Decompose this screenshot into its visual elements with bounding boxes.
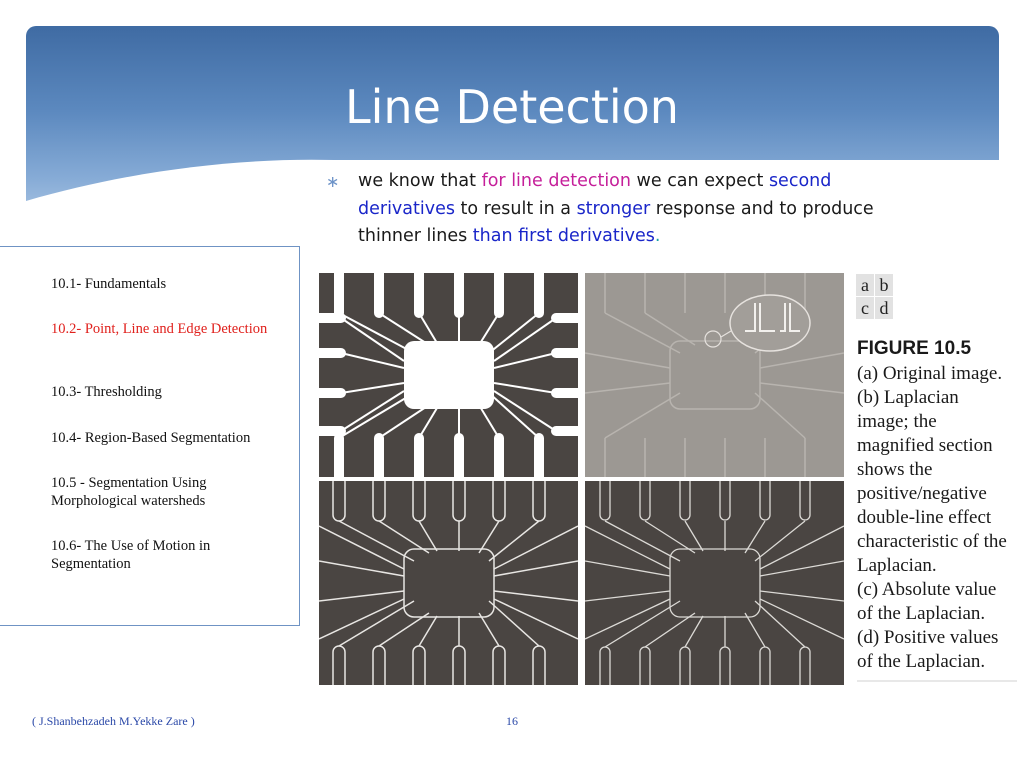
caption-line: Laplacian. — [857, 555, 937, 576]
caption-line: positive/negative — [857, 483, 987, 504]
panel-a-original — [319, 273, 578, 477]
figure-caption: (a) Original image. (b) Laplacian image;… — [857, 362, 1017, 674]
toc-panel: 10.1- Fundamentals 10.2- Point, Line and… — [0, 246, 300, 626]
label-d: d — [875, 297, 893, 319]
caption-line: of the Laplacian. — [857, 603, 986, 624]
caption-divider — [857, 680, 1017, 682]
caption-line: (c) Absolute value — [857, 579, 997, 600]
bullet-text: we know that for line detection we can e… — [358, 168, 926, 251]
caption-line: (a) Original image. — [857, 363, 1003, 384]
toc-item-watersheds[interactable]: 10.5 - Segmentation Using Morphological … — [51, 474, 291, 510]
bullet-icon: ∗ — [326, 172, 340, 191]
panel-c-absolute — [319, 481, 578, 685]
toc-item-thresholding[interactable]: 10.3- Thresholding — [51, 383, 291, 401]
figure-title: FIGURE 10.5 — [857, 338, 972, 359]
bullet-seg-6: stronger — [576, 198, 651, 219]
panel-b-laplacian — [585, 273, 844, 477]
caption-line: (b) Laplacian — [857, 387, 959, 408]
label-a: a — [856, 274, 874, 296]
slide-title: Line Detection — [345, 80, 679, 134]
toc-item-point-line-edge[interactable]: 10.2- Point, Line and Edge Detection — [51, 320, 291, 338]
page-number: 16 — [506, 714, 518, 728]
label-c: c — [856, 297, 874, 319]
caption-line: shows the — [857, 459, 933, 480]
panel-d-positive — [585, 481, 844, 685]
figure-panel-labels: ab cd — [856, 273, 896, 319]
bullet-point: ∗ we know that for line detection we can… — [326, 168, 926, 251]
bullet-seg-2: for line detection — [481, 171, 631, 191]
toc-item-fundamentals[interactable]: 10.1- Fundamentals — [51, 275, 291, 293]
figure-image-grid — [319, 273, 844, 685]
bullet-seg-9: . — [654, 226, 661, 246]
bullet-seg-3: we can expect — [630, 171, 769, 191]
caption-line: (d) Positive values — [857, 627, 999, 648]
label-b: b — [875, 274, 893, 296]
circuit-image-c — [319, 481, 578, 685]
bullet-seg-5: to result in a — [454, 198, 577, 219]
footer-authors: ( J.Shanbehzadeh M.Yekke Zare ) — [32, 714, 195, 728]
toc-item-region-based[interactable]: 10.4- Region-Based Segmentation — [51, 429, 296, 447]
caption-line: of the Laplacian. — [857, 651, 986, 672]
bullet-seg-8: than first derivatives — [472, 226, 655, 246]
toc-item-motion[interactable]: 10.6- The Use of Motion in Segmentation — [51, 537, 291, 573]
bullet-seg-1: we know that — [358, 171, 482, 191]
caption-line: magnified section — [857, 435, 993, 456]
circuit-image-b — [585, 273, 844, 477]
caption-line: characteristic of the — [857, 531, 1007, 552]
caption-line: image; the — [857, 411, 937, 432]
circuit-image-d — [585, 481, 844, 685]
caption-line: double-line effect — [857, 507, 992, 528]
circuit-image-a — [319, 273, 578, 477]
